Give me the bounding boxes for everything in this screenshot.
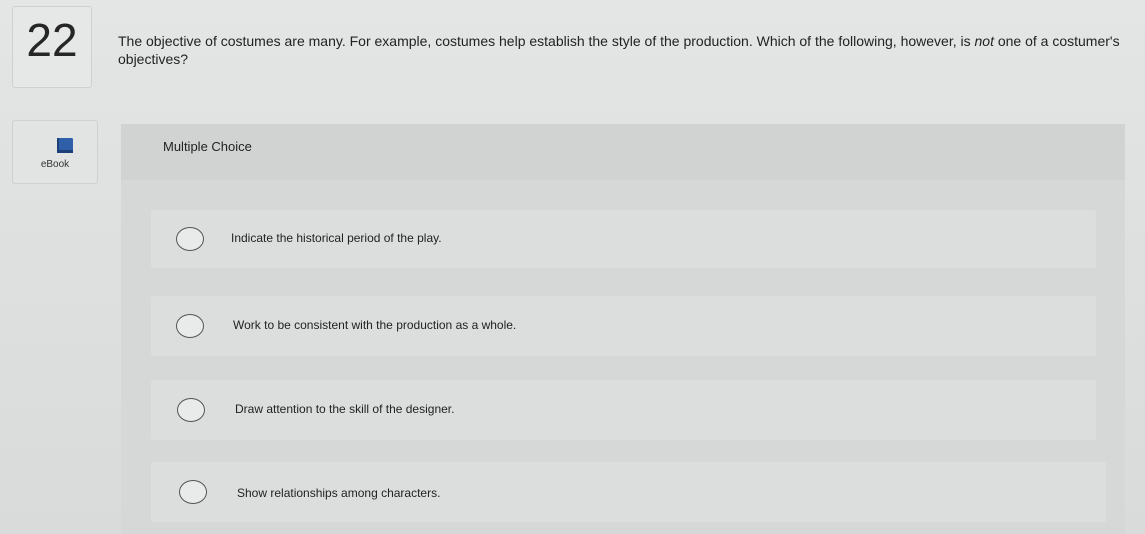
book-icon xyxy=(57,138,73,153)
radio-button[interactable] xyxy=(177,398,205,422)
answer-option-label: Indicate the historical period of the pl… xyxy=(231,231,442,245)
question-number-box: 22 xyxy=(12,6,92,88)
answer-option[interactable]: Work to be consistent with the productio… xyxy=(151,296,1096,356)
question-text-start: The objective of costumes are many. For … xyxy=(118,33,975,49)
radio-button[interactable] xyxy=(176,314,204,338)
answer-option-label: Work to be consistent with the productio… xyxy=(233,318,517,332)
answer-option-label: Draw attention to the skill of the desig… xyxy=(235,402,455,416)
answer-option[interactable]: Show relationships among characters. xyxy=(151,462,1106,522)
question-text: The objective of costumes are many. For … xyxy=(118,32,1123,68)
answer-panel: Multiple Choice Indicate the historical … xyxy=(121,124,1125,534)
question-emphasis: not xyxy=(974,33,994,49)
question-page: 22 eBook The objective of costumes are m… xyxy=(0,0,1145,534)
question-type-label: Multiple Choice xyxy=(163,139,252,154)
ebook-button[interactable]: eBook xyxy=(12,120,98,184)
answer-option-label: Show relationships among characters. xyxy=(237,486,441,500)
question-number: 22 xyxy=(26,14,78,66)
ebook-label: eBook xyxy=(40,159,70,170)
answer-option[interactable]: Indicate the historical period of the pl… xyxy=(151,210,1096,268)
answer-panel-header: Multiple Choice xyxy=(121,124,1125,180)
radio-button[interactable] xyxy=(179,480,207,504)
answer-option[interactable]: Draw attention to the skill of the desig… xyxy=(151,380,1096,440)
radio-button[interactable] xyxy=(176,227,204,251)
